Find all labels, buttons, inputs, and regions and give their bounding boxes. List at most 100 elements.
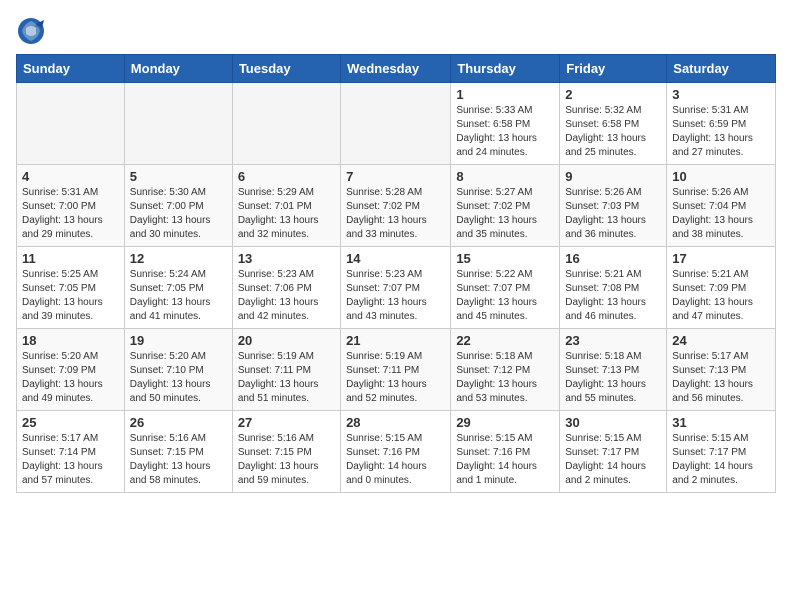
- day-info: Sunrise: 5:21 AM Sunset: 7:09 PM Dayligh…: [672, 268, 770, 324]
- day-number: 16: [565, 251, 661, 266]
- calendar-cell: 12 Sunrise: 5:24 AM Sunset: 7:05 PM Dayli…: [124, 247, 232, 329]
- day-info: Sunrise: 5:18 AM Sunset: 7:12 PM Dayligh…: [456, 350, 554, 406]
- day-number: 15: [456, 251, 554, 266]
- day-number: 18: [22, 333, 119, 348]
- calendar-day-header: Friday: [560, 55, 667, 83]
- calendar-day-header: Wednesday: [341, 55, 451, 83]
- day-number: 19: [130, 333, 227, 348]
- day-info: Sunrise: 5:22 AM Sunset: 7:07 PM Dayligh…: [456, 268, 554, 324]
- calendar-cell: 7 Sunrise: 5:28 AM Sunset: 7:02 PM Daylig…: [341, 165, 451, 247]
- calendar-cell: 8 Sunrise: 5:27 AM Sunset: 7:02 PM Daylig…: [451, 165, 560, 247]
- day-info: Sunrise: 5:28 AM Sunset: 7:02 PM Dayligh…: [346, 186, 445, 242]
- day-info: Sunrise: 5:18 AM Sunset: 7:13 PM Dayligh…: [565, 350, 661, 406]
- calendar-day-header: Sunday: [17, 55, 125, 83]
- day-info: Sunrise: 5:15 AM Sunset: 7:16 PM Dayligh…: [346, 432, 445, 488]
- calendar-week-row: 1 Sunrise: 5:33 AM Sunset: 6:58 PM Daylig…: [17, 83, 776, 165]
- calendar-day-header: Tuesday: [232, 55, 340, 83]
- day-number: 2: [565, 87, 661, 102]
- day-info: Sunrise: 5:19 AM Sunset: 7:11 PM Dayligh…: [346, 350, 445, 406]
- day-number: 9: [565, 169, 661, 184]
- calendar-cell: 13Sunrise: 5:23 AM Sunset: 7:06 PM Dayli…: [232, 247, 340, 329]
- day-number: 22: [456, 333, 554, 348]
- day-info: Sunrise: 5:26 AM Sunset: 7:03 PM Dayligh…: [565, 186, 661, 242]
- day-number: 20: [238, 333, 335, 348]
- calendar-cell: 11 Sunrise: 5:25 AM Sunset: 7:05 PM Dayli…: [17, 247, 125, 329]
- calendar-cell: 4Sunrise: 5:31 AM Sunset: 7:00 PM Daylig…: [17, 165, 125, 247]
- calendar-table: SundayMondayTuesdayWednesdayThursdayFrid…: [16, 54, 776, 493]
- calendar-cell: 29 Sunrise: 5:15 AM Sunset: 7:16 PM Dayli…: [451, 411, 560, 493]
- day-number: 31: [672, 415, 770, 430]
- day-number: 30: [565, 415, 661, 430]
- day-info: Sunrise: 5:29 AM Sunset: 7:01 PM Dayligh…: [238, 186, 335, 242]
- day-number: 13: [238, 251, 335, 266]
- calendar-cell: [341, 83, 451, 165]
- calendar-cell: 26 Sunrise: 5:16 AM Sunset: 7:15 PM Dayli…: [124, 411, 232, 493]
- calendar-cell: 27 Sunrise: 5:16 AM Sunset: 7:15 PM Dayli…: [232, 411, 340, 493]
- day-info: Sunrise: 5:30 AM Sunset: 7:00 PM Dayligh…: [130, 186, 227, 242]
- calendar-cell: [124, 83, 232, 165]
- calendar-cell: 21Sunrise: 5:19 AM Sunset: 7:11 PM Dayli…: [341, 329, 451, 411]
- day-info: Sunrise: 5:16 AM Sunset: 7:15 PM Dayligh…: [130, 432, 227, 488]
- calendar-day-header: Saturday: [667, 55, 776, 83]
- day-number: 27: [238, 415, 335, 430]
- calendar-cell: 24 Sunrise: 5:17 AM Sunset: 7:13 PM Dayli…: [667, 329, 776, 411]
- calendar-cell: 6 Sunrise: 5:29 AM Sunset: 7:01 PM Daylig…: [232, 165, 340, 247]
- day-info: Sunrise: 5:16 AM Sunset: 7:15 PM Dayligh…: [238, 432, 335, 488]
- calendar-cell: 23 Sunrise: 5:18 AM Sunset: 7:13 PM Dayli…: [560, 329, 667, 411]
- day-number: 1: [456, 87, 554, 102]
- day-info: Sunrise: 5:15 AM Sunset: 7:17 PM Dayligh…: [672, 432, 770, 488]
- day-info: Sunrise: 5:17 AM Sunset: 7:13 PM Dayligh…: [672, 350, 770, 406]
- calendar-cell: [232, 83, 340, 165]
- day-number: 4: [22, 169, 119, 184]
- day-number: 17: [672, 251, 770, 266]
- day-info: Sunrise: 5:27 AM Sunset: 7:02 PM Dayligh…: [456, 186, 554, 242]
- calendar-cell: [17, 83, 125, 165]
- calendar-cell: 14 Sunrise: 5:23 AM Sunset: 7:07 PM Dayli…: [341, 247, 451, 329]
- calendar-cell: 19 Sunrise: 5:20 AM Sunset: 7:10 PM Dayli…: [124, 329, 232, 411]
- day-info: Sunrise: 5:31 AM Sunset: 6:59 PM Dayligh…: [672, 104, 770, 160]
- day-number: 12: [130, 251, 227, 266]
- calendar-header-row: SundayMondayTuesdayWednesdayThursdayFrid…: [17, 55, 776, 83]
- logo-icon: [16, 16, 46, 46]
- calendar-cell: 28Sunrise: 5:15 AM Sunset: 7:16 PM Dayli…: [341, 411, 451, 493]
- page-header: [16, 16, 776, 46]
- day-number: 29: [456, 415, 554, 430]
- calendar-cell: 16Sunrise: 5:21 AM Sunset: 7:08 PM Dayli…: [560, 247, 667, 329]
- day-info: Sunrise: 5:15 AM Sunset: 7:16 PM Dayligh…: [456, 432, 554, 488]
- day-info: Sunrise: 5:19 AM Sunset: 7:11 PM Dayligh…: [238, 350, 335, 406]
- day-info: Sunrise: 5:33 AM Sunset: 6:58 PM Dayligh…: [456, 104, 554, 160]
- day-info: Sunrise: 5:20 AM Sunset: 7:10 PM Dayligh…: [130, 350, 227, 406]
- day-info: Sunrise: 5:26 AM Sunset: 7:04 PM Dayligh…: [672, 186, 770, 242]
- day-number: 26: [130, 415, 227, 430]
- calendar-week-row: 25 Sunrise: 5:17 AM Sunset: 7:14 PM Dayli…: [17, 411, 776, 493]
- logo: [16, 16, 50, 46]
- day-number: 24: [672, 333, 770, 348]
- day-info: Sunrise: 5:24 AM Sunset: 7:05 PM Dayligh…: [130, 268, 227, 324]
- calendar-week-row: 4Sunrise: 5:31 AM Sunset: 7:00 PM Daylig…: [17, 165, 776, 247]
- calendar-cell: 1 Sunrise: 5:33 AM Sunset: 6:58 PM Daylig…: [451, 83, 560, 165]
- day-number: 3: [672, 87, 770, 102]
- day-number: 14: [346, 251, 445, 266]
- day-info: Sunrise: 5:32 AM Sunset: 6:58 PM Dayligh…: [565, 104, 661, 160]
- calendar-cell: 30Sunrise: 5:15 AM Sunset: 7:17 PM Dayli…: [560, 411, 667, 493]
- day-number: 23: [565, 333, 661, 348]
- calendar-cell: 25 Sunrise: 5:17 AM Sunset: 7:14 PM Dayli…: [17, 411, 125, 493]
- day-number: 25: [22, 415, 119, 430]
- day-number: 10: [672, 169, 770, 184]
- calendar-cell: 17 Sunrise: 5:21 AM Sunset: 7:09 PM Dayli…: [667, 247, 776, 329]
- day-number: 7: [346, 169, 445, 184]
- day-number: 8: [456, 169, 554, 184]
- calendar-cell: 31 Sunrise: 5:15 AM Sunset: 7:17 PM Dayli…: [667, 411, 776, 493]
- day-info: Sunrise: 5:25 AM Sunset: 7:05 PM Dayligh…: [22, 268, 119, 324]
- day-info: Sunrise: 5:17 AM Sunset: 7:14 PM Dayligh…: [22, 432, 119, 488]
- day-info: Sunrise: 5:23 AM Sunset: 7:07 PM Dayligh…: [346, 268, 445, 324]
- calendar-cell: 22 Sunrise: 5:18 AM Sunset: 7:12 PM Dayli…: [451, 329, 560, 411]
- calendar-cell: 20 Sunrise: 5:19 AM Sunset: 7:11 PM Dayli…: [232, 329, 340, 411]
- calendar-week-row: 11 Sunrise: 5:25 AM Sunset: 7:05 PM Dayli…: [17, 247, 776, 329]
- calendar-cell: 15 Sunrise: 5:22 AM Sunset: 7:07 PM Dayli…: [451, 247, 560, 329]
- calendar-cell: 2 Sunrise: 5:32 AM Sunset: 6:58 PM Daylig…: [560, 83, 667, 165]
- day-number: 11: [22, 251, 119, 266]
- day-number: 6: [238, 169, 335, 184]
- calendar-cell: 18Sunrise: 5:20 AM Sunset: 7:09 PM Dayli…: [17, 329, 125, 411]
- calendar-cell: 3 Sunrise: 5:31 AM Sunset: 6:59 PM Daylig…: [667, 83, 776, 165]
